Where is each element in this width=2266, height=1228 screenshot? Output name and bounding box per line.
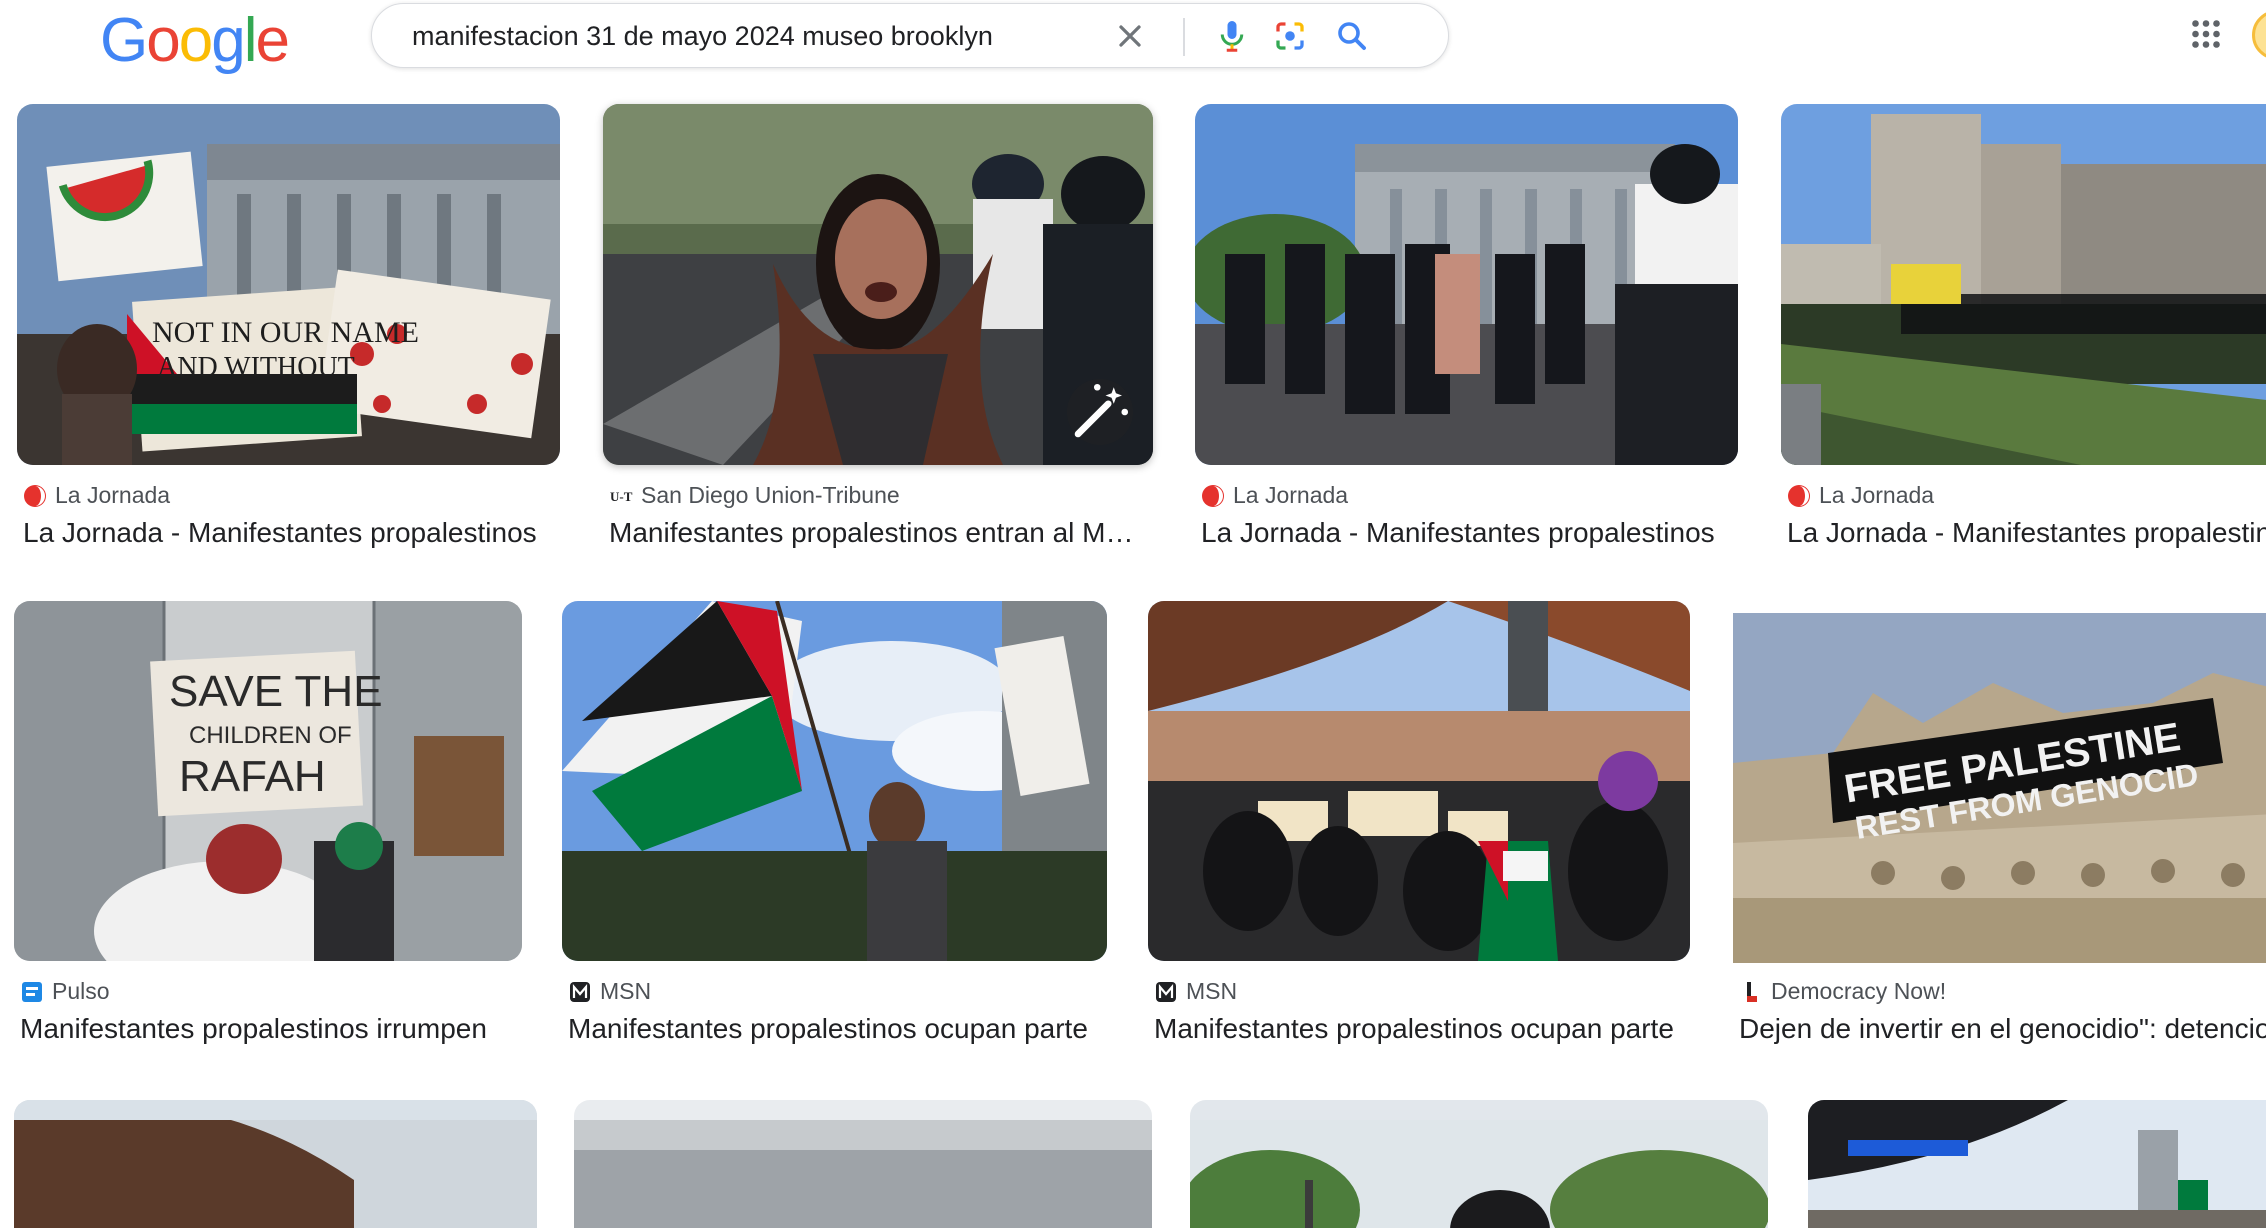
result-card[interactable] [574,1100,1152,1228]
logo-letter: e [255,6,290,75]
result-thumbnail[interactable] [1190,1100,1768,1228]
result-source-name: MSN [1186,978,1238,1004]
protest-photo [1781,104,2266,465]
logo-letter: o [178,6,214,75]
result-thumbnail[interactable]: NOT IN OUR NAME AND WITHOUT [17,104,560,465]
result-source-name: Pulso [52,978,110,1004]
result-source-name: Democracy Now! [1771,978,1947,1004]
san-diego-union-tribune-favicon: U-T [610,489,633,504]
result-source-name: La Jornada [55,482,171,508]
result-thumbnail[interactable] [603,104,1153,465]
close-icon[interactable] [1112,18,1148,54]
logo-letter: l [243,6,258,75]
protest-photo [1195,104,1738,465]
protest-photo: FREE PALESTINE REST FROM GENOCID [1733,613,2266,963]
result-card[interactable]: La Jornada La Jornada - Manifestantes pr… [1781,104,2266,564]
result-source: La Jornada [1787,482,1934,509]
la-jornada-favicon [24,484,46,507]
protest-photo [1148,601,1690,961]
democracy-now-favicon [1747,981,1757,1002]
result-thumbnail[interactable] [1781,104,2266,465]
result-thumbnail[interactable] [562,601,1107,961]
result-source-name: San Diego Union-Tribune [641,482,900,508]
result-thumbnail[interactable] [1808,1100,2266,1228]
protest-photo [14,1100,537,1228]
result-source: La Jornada [23,482,170,509]
result-card[interactable]: MSN Manifestantes propalestinos ocupan p… [562,601,1107,1061]
result-card[interactable] [1190,1100,1768,1228]
result-source: U-T San Diego Union-Tribune [609,482,900,509]
logo-letter: o [146,6,181,75]
sign-text: RAFAH [179,752,326,801]
protest-photo: SAVE THE CHILDREN OF RAFAH [14,601,522,961]
protest-photo: NOT IN OUR NAME AND WITHOUT [17,104,560,465]
result-card[interactable]: FREE PALESTINE REST FROM GENOCID Democra… [1733,601,2266,1061]
result-title[interactable]: Manifestantes propalestinos ocupan parte [1154,1013,1689,1045]
result-card[interactable]: La Jornada La Jornada - Manifestantes pr… [1195,104,1738,564]
protest-photo [1808,1100,2266,1228]
sign-text: CHILDREN OF [189,722,352,749]
la-jornada-favicon [1788,484,1810,507]
edit-image-button[interactable] [1067,379,1133,445]
search-icon[interactable] [1334,18,1370,54]
result-title[interactable]: Manifestantes propalestinos entran al Mu… [609,517,1134,549]
result-title[interactable]: La Jornada - Manifestantes propalestinos [23,517,563,549]
result-source: Democracy Now! [1739,978,1946,1005]
result-title[interactable]: La Jornada - Manifestantes propalestinos [1201,517,1741,549]
sign-text: SAVE THE [169,667,383,716]
result-source-name: MSN [600,978,652,1004]
magic-wand-icon [1074,383,1129,438]
result-thumbnail[interactable] [1195,104,1738,465]
result-source-name: La Jornada [1233,482,1349,508]
result-card[interactable]: SAVE THE CHILDREN OF RAFAH Pulso Manifes… [14,601,522,1061]
result-source: MSN [1154,978,1237,1005]
result-title[interactable]: Dejen de invertir en el genocidio": dete… [1739,1013,2266,1045]
search-divider [1183,18,1185,56]
protest-photo [1190,1100,1768,1228]
result-source: La Jornada [1201,482,1348,509]
pulso-favicon [22,981,42,1002]
result-thumbnail[interactable]: SAVE THE CHILDREN OF RAFAH [14,601,522,961]
logo-letter: G [100,6,148,75]
result-title[interactable]: Manifestantes propalestinos ocupan parte [568,1013,1103,1045]
msn-favicon [570,981,590,1002]
result-source: Pulso [20,978,110,1005]
search-box[interactable] [371,3,1449,68]
result-thumbnail[interactable]: FREE PALESTINE REST FROM GENOCID [1733,613,2266,963]
sign-text: AND WITHOUT [157,352,355,383]
google-lens-icon[interactable] [1272,18,1308,54]
search-input[interactable] [412,16,1052,56]
protest-photo [574,1100,1152,1228]
result-card[interactable]: NOT IN OUR NAME AND WITHOUT La Jornada L… [17,104,560,564]
apps-grid-icon[interactable] [2188,16,2224,52]
msn-favicon [1156,981,1176,1002]
google-logo[interactable]: Google [100,6,290,75]
result-card[interactable]: U-T San Diego Union-Tribune Manifestante… [603,104,1153,564]
result-thumbnail[interactable] [1148,601,1690,961]
sign-text: NOT IN OUR NAME [152,316,419,349]
result-card[interactable] [14,1100,537,1228]
result-title[interactable]: La Jornada - Manifestantes propalestinos [1787,517,2266,549]
result-source-name: La Jornada [1819,482,1935,508]
result-card[interactable]: MSN Manifestantes propalestinos ocupan p… [1148,601,1690,1061]
svg-text:U-T: U-T [610,489,633,504]
microphone-icon[interactable] [1214,18,1250,54]
result-title[interactable]: Manifestantes propalestinos irrumpen [20,1013,510,1045]
protest-photo [562,601,1107,961]
result-source: MSN [568,978,651,1005]
result-thumbnail[interactable] [14,1100,537,1228]
result-card[interactable] [1808,1100,2266,1228]
la-jornada-favicon [1202,484,1224,507]
result-thumbnail[interactable] [574,1100,1152,1228]
account-avatar[interactable] [2252,10,2266,60]
logo-letter: g [211,6,246,75]
